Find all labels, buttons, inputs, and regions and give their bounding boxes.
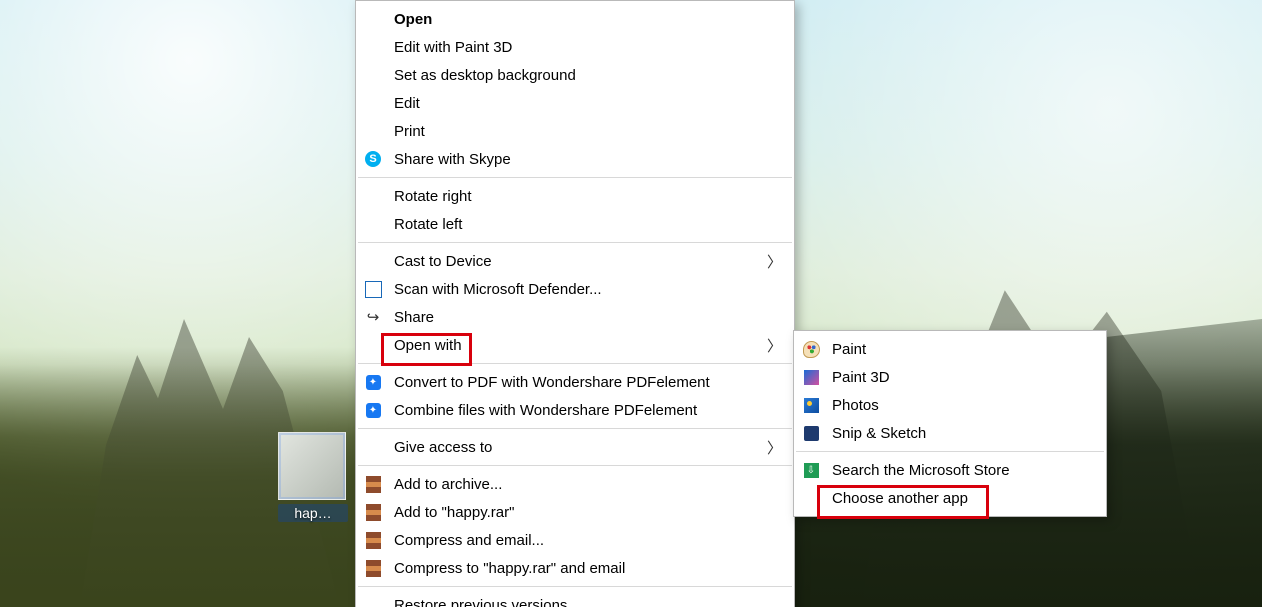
menu-item-choose-another[interactable]: Choose another app (794, 484, 1106, 512)
menu-item-label: Paint (832, 341, 1094, 358)
menu-item-compress-email[interactable]: Compress and email... (356, 526, 794, 554)
menu-item-label: Print (394, 123, 782, 140)
menu-item-combine-pdf[interactable]: ✦ Combine files with Wondershare PDFeleme… (356, 396, 794, 424)
menu-item-app-photos[interactable]: Photos (794, 391, 1106, 419)
menu-item-restore-versions[interactable]: Restore previous versions (356, 591, 794, 607)
menu-item-app-snip[interactable]: Snip & Sketch (794, 419, 1106, 447)
menu-item-give-access[interactable]: Give access to〉 (356, 433, 794, 461)
menu-item-label: Convert to PDF with Wondershare PDFeleme… (394, 374, 782, 391)
share-icon: ↪ (364, 308, 382, 326)
menu-item-label: Open (394, 11, 782, 28)
menu-item-cast-to-device[interactable]: Cast to Device〉 (356, 247, 794, 275)
menu-separator (358, 177, 792, 178)
menu-item-add-happy-rar[interactable]: Add to "happy.rar" (356, 498, 794, 526)
shield-icon (364, 280, 382, 298)
menu-item-app-paint[interactable]: Paint (794, 335, 1106, 363)
menu-item-label: Choose another app (832, 490, 1094, 507)
open-with-submenu: Paint Paint 3D Photos Snip & Sketch ⇩ Search … (793, 330, 1107, 517)
archive-icon (364, 559, 382, 577)
chevron-right-icon: 〉 (767, 251, 782, 272)
menu-item-label: Compress to "happy.rar" and email (394, 560, 782, 577)
menu-item-print[interactable]: Print (356, 117, 794, 145)
menu-item-label: Combine files with Wondershare PDFelemen… (394, 402, 782, 419)
menu-item-set-desktop-bg[interactable]: Set as desktop background (356, 61, 794, 89)
menu-separator (358, 465, 792, 466)
menu-item-label: Edit (394, 95, 782, 112)
menu-item-add-archive[interactable]: Add to archive... (356, 470, 794, 498)
menu-item-search-store[interactable]: ⇩ Search the Microsoft Store (794, 456, 1106, 484)
menu-item-edit[interactable]: Edit (356, 89, 794, 117)
context-menu: Open Edit with Paint 3D Set as desktop bac… (355, 0, 795, 607)
menu-item-share-skype[interactable]: S Share with Skype (356, 145, 794, 173)
menu-item-label: Rotate right (394, 188, 782, 205)
snip-sketch-icon (802, 424, 820, 442)
file-thumbnail-icon (278, 432, 346, 500)
menu-separator (796, 451, 1104, 452)
menu-separator (358, 242, 792, 243)
menu-item-label: Edit with Paint 3D (394, 39, 782, 56)
menu-item-rotate-right[interactable]: Rotate right (356, 182, 794, 210)
archive-icon (364, 531, 382, 549)
menu-item-label: Cast to Device (394, 253, 767, 270)
skype-icon: S (364, 150, 382, 168)
menu-separator (358, 428, 792, 429)
desktop-file[interactable]: hap… (278, 432, 348, 522)
menu-item-label: Rotate left (394, 216, 782, 233)
desktop-wallpaper: hap… Open Edit with Paint 3D Set as deskto… (0, 0, 1262, 607)
archive-icon (364, 475, 382, 493)
menu-item-label: Add to "happy.rar" (394, 504, 782, 521)
menu-item-label: Restore previous versions (394, 597, 782, 607)
menu-item-scan-defender[interactable]: Scan with Microsoft Defender... (356, 275, 794, 303)
menu-item-share[interactable]: ↪ Share (356, 303, 794, 331)
menu-item-label: Open with (394, 337, 767, 354)
menu-item-app-paint3d[interactable]: Paint 3D (794, 363, 1106, 391)
pdf-icon: ✦ (364, 401, 382, 419)
paint3d-icon (802, 368, 820, 386)
menu-item-open[interactable]: Open (356, 5, 794, 33)
chevron-right-icon: 〉 (767, 437, 782, 458)
menu-item-rotate-left[interactable]: Rotate left (356, 210, 794, 238)
menu-item-compress-happy-email[interactable]: Compress to "happy.rar" and email (356, 554, 794, 582)
menu-item-label: Share with Skype (394, 151, 782, 168)
menu-item-label: Scan with Microsoft Defender... (394, 281, 782, 298)
menu-item-label: Give access to (394, 439, 767, 456)
archive-icon (364, 503, 382, 521)
menu-item-edit-paint-3d[interactable]: Edit with Paint 3D (356, 33, 794, 61)
menu-item-label: Add to archive... (394, 476, 782, 493)
menu-separator (358, 586, 792, 587)
photos-icon (802, 396, 820, 414)
file-label: hap… (278, 504, 348, 522)
menu-item-label: Compress and email... (394, 532, 782, 549)
menu-item-label: Search the Microsoft Store (832, 462, 1094, 479)
menu-separator (358, 363, 792, 364)
menu-item-label: Photos (832, 397, 1094, 414)
menu-item-convert-pdf[interactable]: ✦ Convert to PDF with Wondershare PDFelem… (356, 368, 794, 396)
menu-item-open-with[interactable]: Open with〉 (356, 331, 794, 359)
menu-item-label: Share (394, 309, 782, 326)
pdf-icon: ✦ (364, 373, 382, 391)
chevron-right-icon: 〉 (767, 335, 782, 356)
menu-item-label: Set as desktop background (394, 67, 782, 84)
paint-icon (802, 340, 820, 358)
menu-item-label: Snip & Sketch (832, 425, 1094, 442)
menu-item-label: Paint 3D (832, 369, 1094, 386)
microsoft-store-icon: ⇩ (802, 461, 820, 479)
